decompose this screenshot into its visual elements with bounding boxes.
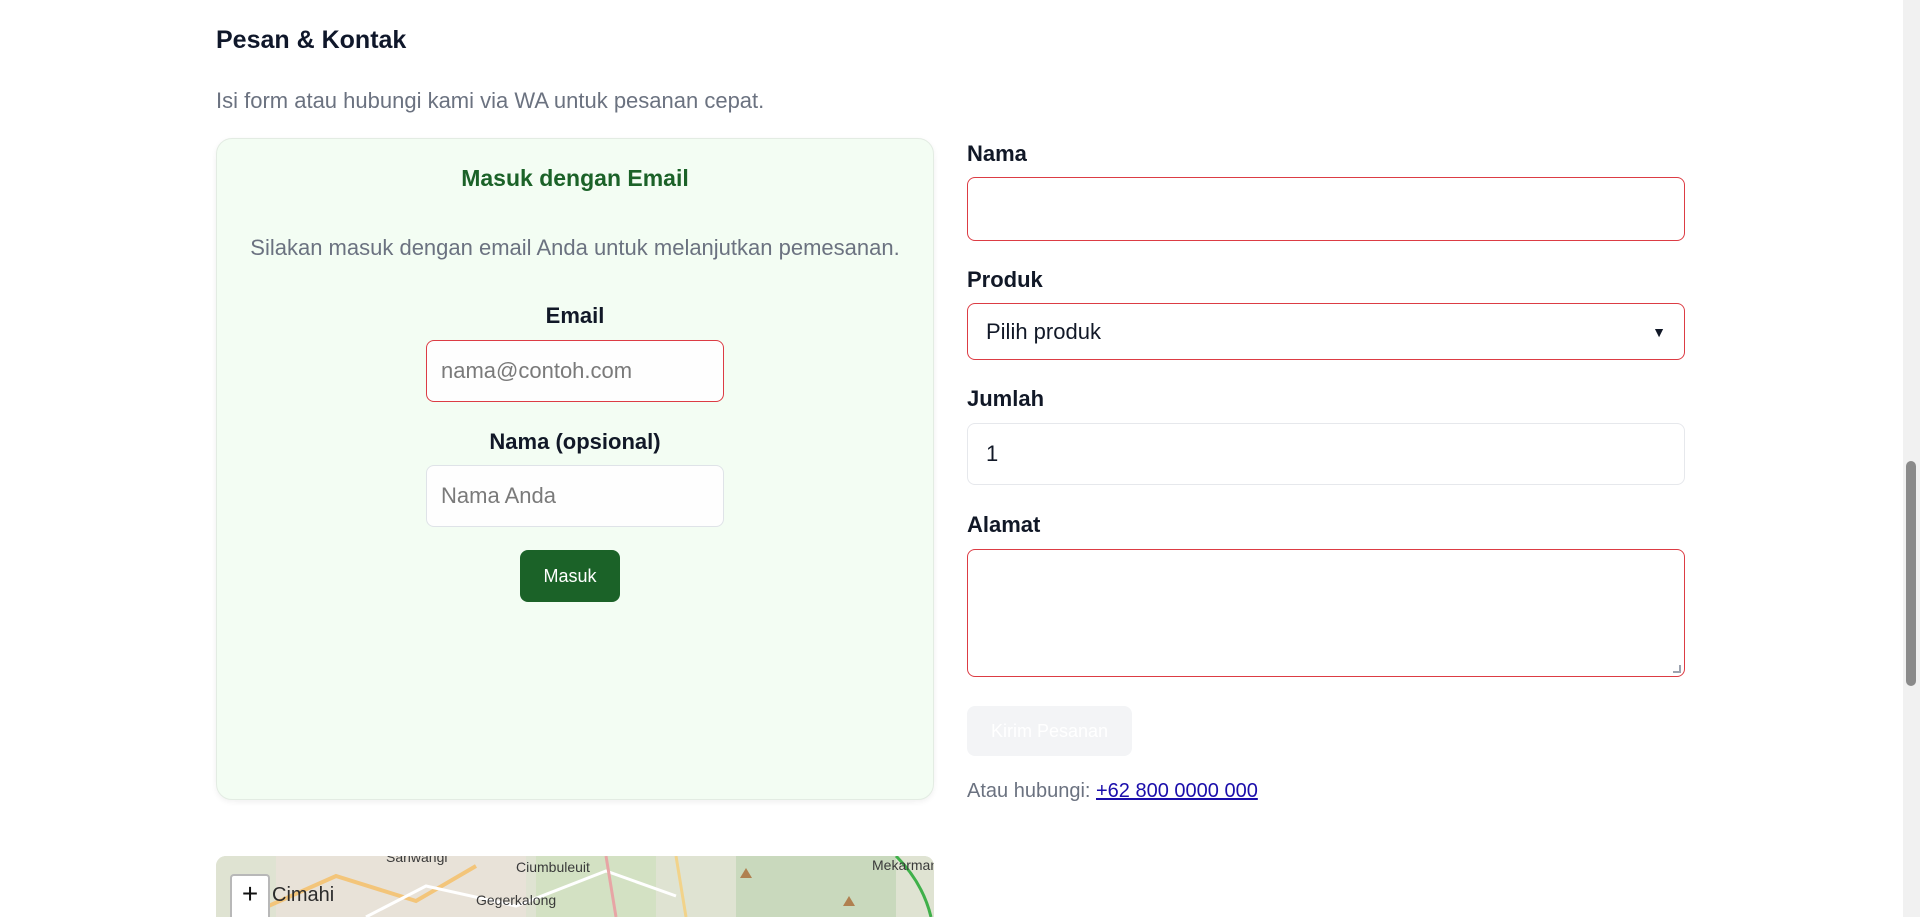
map-label: Sariwangi	[386, 856, 448, 865]
email-label: Email	[545, 303, 605, 328]
login-description: Silakan masuk dengan email Anda untuk me…	[250, 235, 900, 260]
login-title: Masuk dengan Email	[461, 165, 689, 191]
section-subtitle: Isi form atau hubungi kami via WA untuk …	[216, 88, 765, 113]
page-scrollbar[interactable]	[1903, 0, 1920, 917]
zoom-in-button[interactable]: +	[230, 874, 270, 917]
send-order-button[interactable]: Kirim Pesanan	[967, 706, 1132, 756]
product-select-value: Pilih produk	[986, 318, 1101, 344]
product-label: Produk	[967, 267, 1043, 292]
product-select[interactable]: Pilih produk ▼	[967, 303, 1685, 360]
chevron-down-icon: ▼	[1652, 323, 1666, 340]
login-button[interactable]: Masuk	[520, 550, 620, 602]
email-login-card: Masuk dengan Email Silakan masuk dengan …	[216, 138, 934, 800]
section-title: Pesan & Kontak	[216, 26, 407, 54]
map-label: Cimahi	[272, 884, 335, 906]
order-name-label: Nama	[967, 141, 1027, 166]
order-name-input[interactable]	[967, 177, 1685, 241]
map-label: Ciumbuleuit	[516, 859, 590, 875]
scrollbar-thumb[interactable]	[1906, 461, 1916, 686]
email-input[interactable]	[426, 340, 724, 402]
contact-line: Atau hubungi: +62 800 0000 000	[967, 780, 1258, 803]
optional-name-label: Nama (opsional)	[489, 429, 661, 454]
quantity-label: Jumlah	[967, 386, 1045, 411]
phone-link[interactable]: +62 800 0000 000	[1096, 780, 1258, 802]
address-textarea[interactable]	[967, 549, 1685, 677]
address-label: Alamat	[967, 512, 1041, 537]
quantity-input[interactable]: 1	[967, 423, 1685, 485]
optional-name-input[interactable]	[426, 465, 724, 527]
contact-prefix: Atau hubungi:	[967, 780, 1091, 802]
quantity-value: 1	[986, 441, 999, 466]
map[interactable]: + Cimahi Ciumbuleuit Gegerkalong Sariwan…	[216, 856, 934, 917]
map-label: Mekarmanik	[872, 857, 934, 873]
resize-grip-icon[interactable]	[1673, 665, 1681, 673]
map-label: Gegerkalong	[476, 892, 557, 908]
